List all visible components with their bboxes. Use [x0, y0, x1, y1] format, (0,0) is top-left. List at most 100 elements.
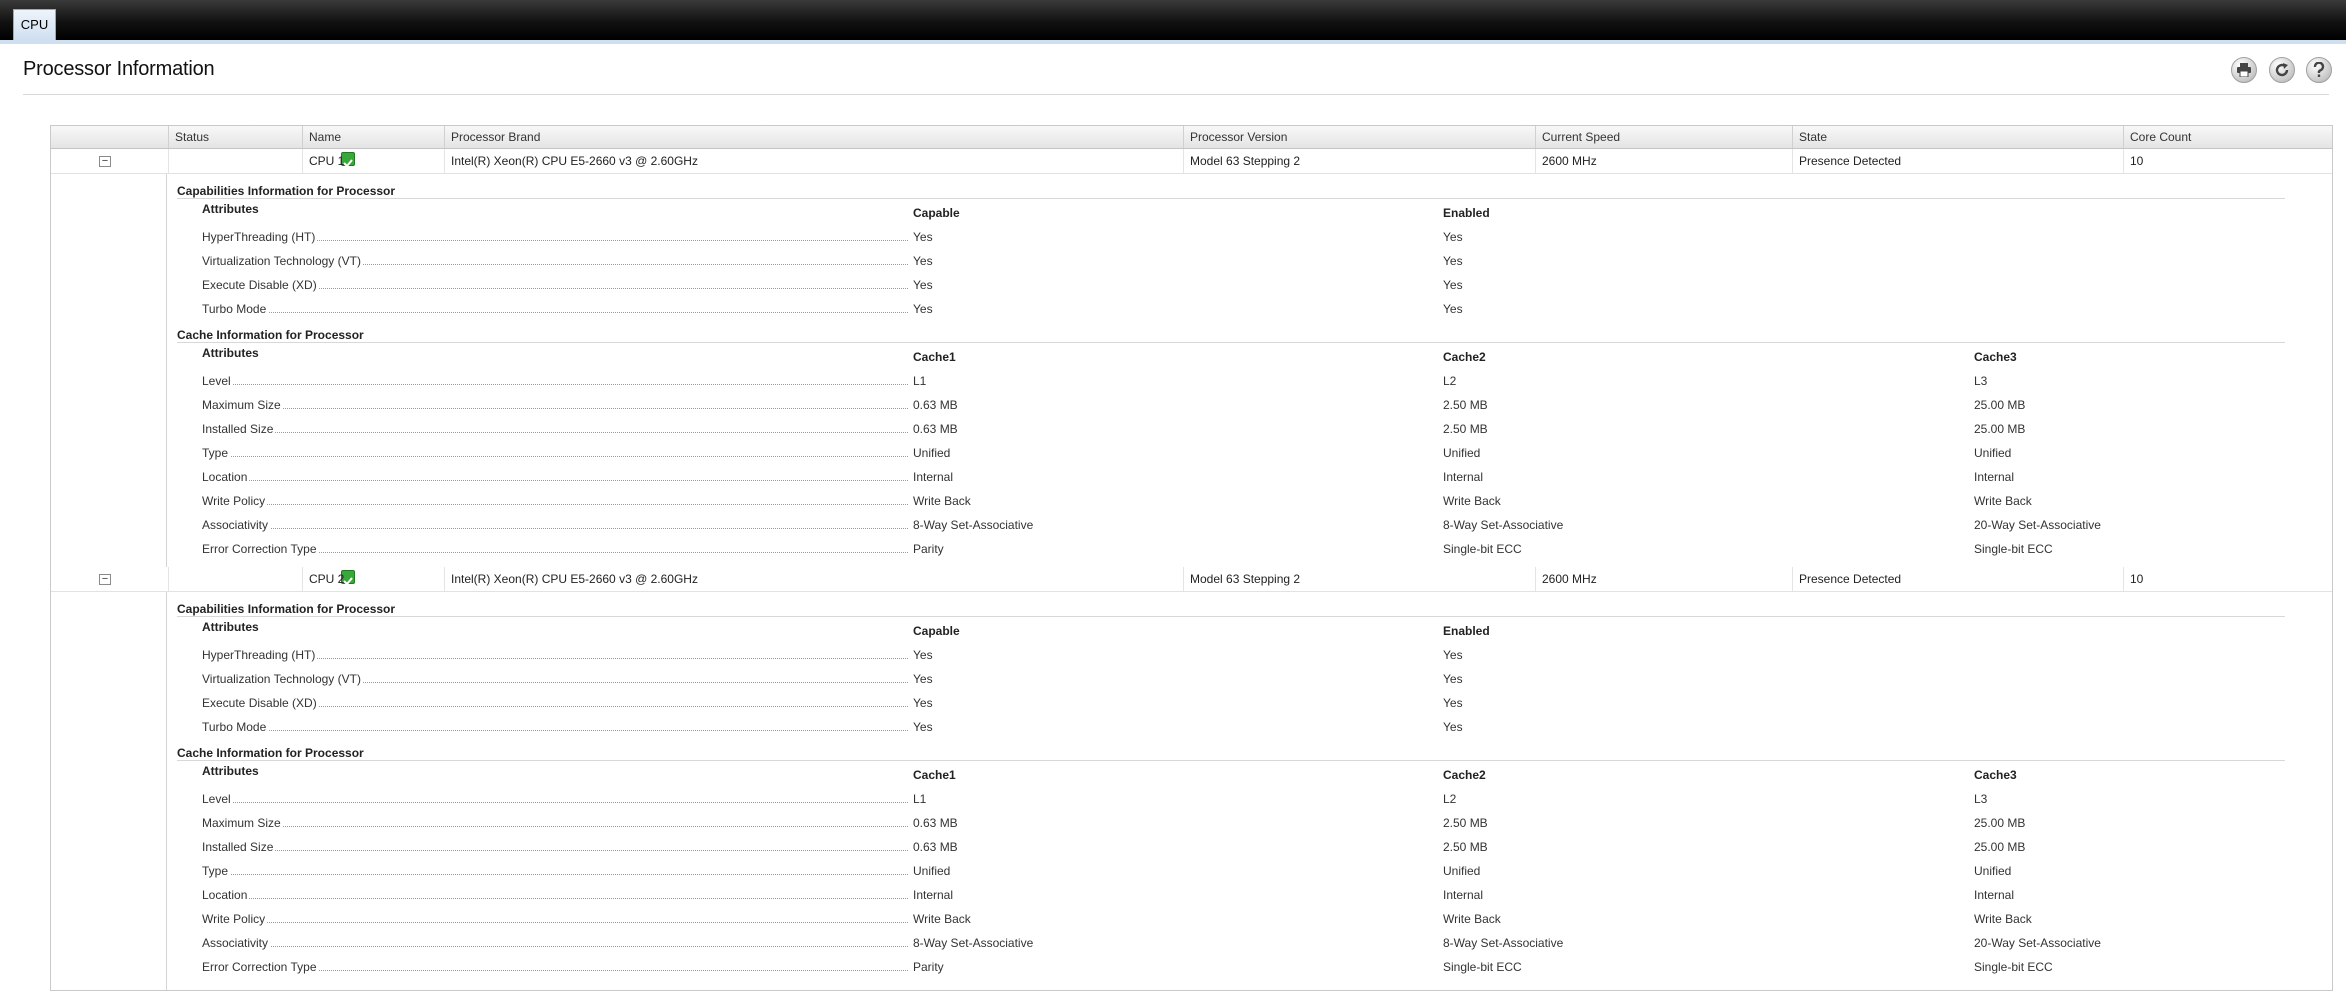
version-cell: Model 63 Stepping 2 [1183, 567, 1535, 591]
cache-label: Installed Size [202, 422, 276, 436]
capability-value: Yes [1443, 720, 1463, 734]
leader-dots [202, 480, 908, 481]
cache-label: Installed Size [202, 840, 276, 854]
leader-dots [202, 946, 908, 947]
collapse-toggle[interactable]: − [99, 156, 111, 167]
cache-label: Error Correction Type [202, 960, 319, 974]
cache-value: Write Back [1974, 912, 2032, 926]
cache-section-rule [177, 760, 2285, 761]
cache-value: 2.50 MB [1443, 840, 1488, 854]
cores-cell: 10 [2123, 567, 2332, 591]
cache-row: Location Internal Internal Internal [202, 888, 2202, 902]
cache-value: 8-Way Set-Associative [913, 518, 1034, 532]
page-title: Processor Information [23, 58, 215, 80]
cache-value: Single-bit ECC [1974, 960, 2053, 974]
header-processor-version[interactable]: Processor Version [1183, 126, 1535, 148]
capability-label: Virtualization Technology (VT) [202, 672, 363, 686]
speed-cell: 2600 MHz [1535, 567, 1792, 591]
cache-value: Write Back [1443, 912, 1501, 926]
capability-value: Yes [913, 254, 933, 268]
capability-value: Yes [1443, 302, 1463, 316]
cache-attributes-header: Attributes [202, 346, 259, 360]
cache-label: Level [202, 374, 233, 388]
cache-label: Associativity [202, 518, 271, 532]
header-name[interactable]: Name [302, 126, 444, 148]
state-cell: Presence Detected [1792, 567, 2123, 591]
capabilities-section-title: Capabilities Information for Processor [177, 602, 396, 616]
cache-row: Type Unified Unified Unified [202, 446, 2202, 460]
capability-label: Virtualization Technology (VT) [202, 254, 363, 268]
capability-value: Yes [913, 230, 933, 244]
leader-dots [202, 432, 908, 433]
cache-row: Write Policy Write Back Write Back Write Ba… [202, 912, 2202, 926]
version-cell: Model 63 Stepping 2 [1183, 149, 1535, 173]
cache-row: Location Internal Internal Internal [202, 470, 2202, 484]
cache-value: 0.63 MB [913, 398, 958, 412]
leader-dots [202, 528, 908, 529]
cache-value: 20-Way Set-Associative [1974, 936, 2101, 950]
cache-value: Unified [1974, 446, 2012, 460]
print-icon [2237, 63, 2251, 77]
capability-value: Yes [1443, 278, 1463, 292]
help-button[interactable] [2306, 57, 2332, 83]
cache-value: Unified [913, 864, 951, 878]
header-status[interactable]: Status [168, 126, 302, 148]
help-icon [2313, 62, 2325, 77]
cache-value: Single-bit ECC [1974, 542, 2053, 556]
state-cell: Presence Detected [1792, 149, 2123, 173]
cache-value: Write Back [913, 912, 971, 926]
cache-row: Write Policy Write Back Write Back Write Ba… [202, 494, 2202, 508]
leader-dots [202, 504, 908, 505]
capabilities-attributes-header: Attributes [202, 620, 259, 634]
capability-label: HyperThreading (HT) [202, 230, 318, 244]
capabilities-section-rule [177, 198, 2285, 199]
capability-value: Yes [913, 720, 933, 734]
leader-dots [202, 384, 908, 385]
capability-label: Turbo Mode [202, 302, 269, 316]
capabilities-attributes-header: Attributes [202, 202, 259, 216]
cache-label: Error Correction Type [202, 542, 319, 556]
capability-label: Execute Disable (XD) [202, 278, 319, 292]
cache-value: Parity [913, 542, 944, 556]
cache-value: 0.63 MB [913, 422, 958, 436]
cache-label: Level [202, 792, 233, 806]
cache-label: Location [202, 888, 250, 902]
cache-value: Write Back [913, 494, 971, 508]
cache-attributes-header: Attributes [202, 764, 259, 778]
cache-value: Single-bit ECC [1443, 960, 1522, 974]
brand-cell: Intel(R) Xeon(R) CPU E5-2660 v3 @ 2.60GH… [444, 567, 1183, 591]
capabilities-section-rule [177, 616, 2285, 617]
cache-section-title: Cache Information for Processor [177, 328, 364, 342]
cache-row: Type Unified Unified Unified [202, 864, 2202, 878]
collapse-toggle[interactable]: − [99, 574, 111, 585]
header-expand [51, 126, 168, 148]
tab-cpu[interactable]: CPU [13, 9, 56, 40]
header-state[interactable]: State [1792, 126, 2123, 148]
cache-row: Associativity 8-Way Set-Associative 8-Way … [202, 518, 2202, 532]
cache-value: L3 [1974, 374, 1988, 388]
capability-row: Execute Disable (XD) Yes Yes [202, 278, 1502, 292]
capability-label: HyperThreading (HT) [202, 648, 318, 662]
capability-value: Yes [1443, 648, 1463, 662]
print-button[interactable] [2231, 57, 2257, 83]
leader-dots [202, 922, 908, 923]
cache-value: 25.00 MB [1974, 840, 2026, 854]
cache-label: Location [202, 470, 250, 484]
cache-value: 8-Way Set-Associative [1443, 936, 1564, 950]
capability-value: Yes [913, 672, 933, 686]
leader-dots [202, 826, 908, 827]
tab-underline [0, 40, 2346, 44]
cache-label: Write Policy [202, 912, 268, 926]
cache-value: L2 [1443, 374, 1457, 388]
leader-dots [202, 802, 908, 803]
cache-label: Maximum Size [202, 816, 283, 830]
refresh-button[interactable] [2269, 57, 2295, 83]
cache-value: L2 [1443, 792, 1457, 806]
cache-value: Unified [1974, 864, 2012, 878]
header-current-speed[interactable]: Current Speed [1535, 126, 1792, 148]
capabilities-col-header: Capable [913, 624, 960, 638]
cache-value: L1 [913, 374, 927, 388]
cache-row: Associativity 8-Way Set-Associative 8-Way … [202, 936, 2202, 950]
header-processor-brand[interactable]: Processor Brand [444, 126, 1183, 148]
header-core-count[interactable]: Core Count [2123, 126, 2332, 148]
